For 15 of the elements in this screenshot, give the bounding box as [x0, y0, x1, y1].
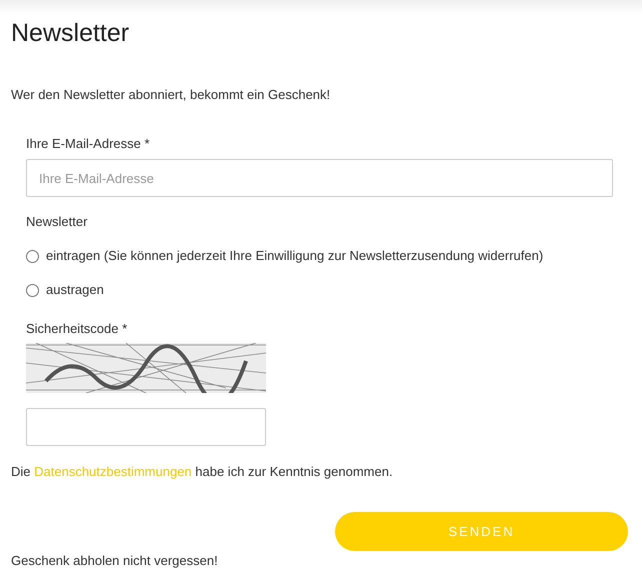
submit-button[interactable]: SENDEN	[335, 512, 628, 551]
field-label: Ihre E-Mail-Adresse *	[26, 135, 151, 153]
privacy-link[interactable]: Datenschutzbestimmungen	[34, 464, 192, 479]
field-label: Sicherheitscode *	[26, 320, 128, 338]
option-label: eintragen (Sie können jederzeit Ihre Einwilligung zur Newsletterzusendung widerrufen)	[46, 247, 544, 265]
privacy-text: Die Datenschutzbestimmungen habe ich zur Kenntnis genommen.	[11, 463, 394, 481]
page-title: Newsletter	[11, 18, 130, 49]
option-label: austragen	[46, 281, 104, 299]
intro-text: Wer den Newsletter abonniert, bekommt ein Geschenk!	[11, 86, 332, 104]
captcha-field[interactable]	[26, 408, 266, 446]
radio-button[interactable]	[26, 250, 39, 262]
field-label: Newsletter	[26, 213, 88, 231]
radio-button[interactable]	[26, 284, 39, 296]
email-field[interactable]: Ihre E-Mail-Adresse	[26, 159, 613, 197]
footer-text: Geschenk abholen nicht vergessen!	[11, 552, 218, 570]
